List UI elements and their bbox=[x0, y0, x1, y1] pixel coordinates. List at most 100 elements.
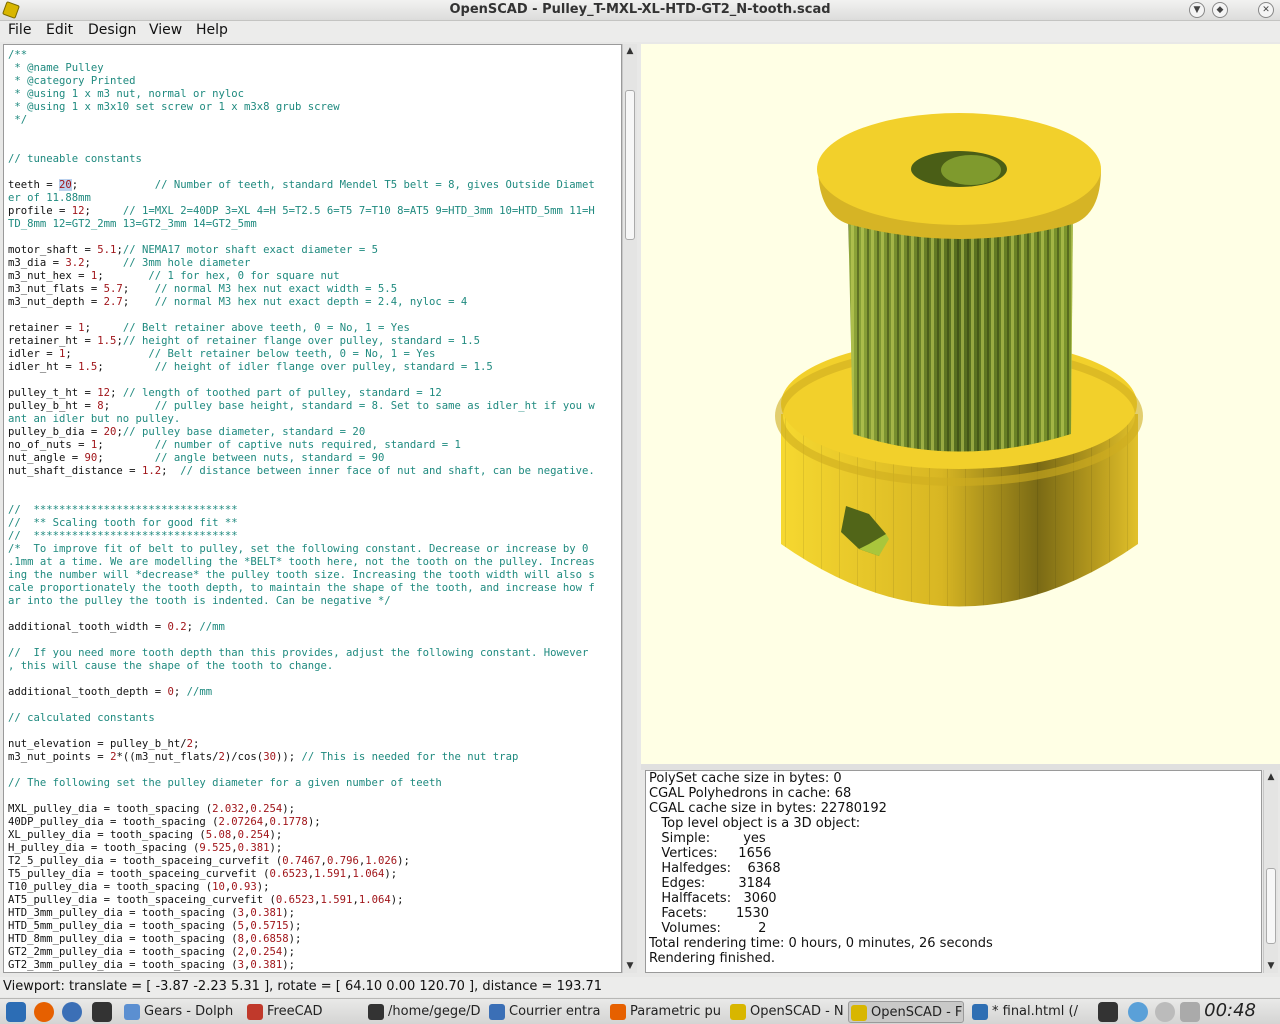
menu-edit[interactable]: Edit bbox=[46, 22, 73, 38]
code-text[interactable]: /** * @name Pulley * @category Printed *… bbox=[8, 49, 595, 972]
code-line[interactable] bbox=[8, 673, 595, 686]
code-line[interactable]: /* To improve fit of belt to pulley, set… bbox=[8, 543, 595, 556]
code-line[interactable]: pulley_b_dia = 20;// pulley base diamete… bbox=[8, 426, 595, 439]
code-line[interactable]: m3_nut_points = 2*((m3_nut_flats/2)/cos(… bbox=[8, 751, 595, 764]
code-line[interactable]: * @using 1 x m3 nut, normal or nyloc bbox=[8, 88, 595, 101]
scroll-up-icon[interactable]: ▲ bbox=[623, 44, 637, 58]
taskbar-task[interactable]: OpenSCAD - F bbox=[848, 1001, 964, 1023]
code-line[interactable]: retainer_ht = 1.5;// height of retainer … bbox=[8, 335, 595, 348]
code-line[interactable]: ing the number will *decrease* the pulle… bbox=[8, 569, 595, 582]
code-line[interactable]: TD_8mm 12=GT2_2mm 13=GT2_3mm 14=GT2_5mm bbox=[8, 218, 595, 231]
console-output[interactable]: PolySet cache size in bytes: 0 CGAL Polyh… bbox=[645, 770, 1262, 973]
code-line[interactable]: // calculated constants bbox=[8, 712, 595, 725]
code-line[interactable]: nut_angle = 90; // angle between nuts, s… bbox=[8, 452, 595, 465]
menu-help[interactable]: Help bbox=[196, 22, 228, 38]
code-line[interactable]: * @using 1 x m3x10 set screw or 1 x m3x8… bbox=[8, 101, 595, 114]
network-icon[interactable] bbox=[1128, 1002, 1148, 1022]
3d-viewport[interactable] bbox=[641, 44, 1280, 764]
code-line[interactable]: T5_pulley_dia = tooth_spaceing_curvefit … bbox=[8, 868, 595, 881]
code-line[interactable] bbox=[8, 231, 595, 244]
code-line[interactable] bbox=[8, 790, 595, 803]
editor-scrollbar[interactable]: ▲ ▼ bbox=[622, 44, 637, 973]
maximize-icon[interactable]: ◆ bbox=[1212, 2, 1228, 18]
code-line[interactable]: motor_shaft = 5.1;// NEMA17 motor shaft … bbox=[8, 244, 595, 257]
code-line[interactable] bbox=[8, 478, 595, 491]
firefox-launcher-icon[interactable] bbox=[34, 1002, 54, 1022]
kde-menu-icon[interactable] bbox=[6, 1002, 26, 1022]
code-line[interactable]: no_of_nuts = 1; // number of captive nut… bbox=[8, 439, 595, 452]
code-line[interactable]: T10_pulley_dia = tooth_spacing (10,0.93)… bbox=[8, 881, 595, 894]
menu-file[interactable]: File bbox=[8, 22, 31, 38]
code-line[interactable]: idler_ht = 1.5; // height of idler flang… bbox=[8, 361, 595, 374]
code-line[interactable]: profile = 12; // 1=MXL 2=40DP 3=XL 4=H 5… bbox=[8, 205, 595, 218]
taskbar-task[interactable]: Parametric pu bbox=[608, 1001, 724, 1023]
code-line[interactable]: HTD_5mm_pulley_dia = tooth_spacing (5,0.… bbox=[8, 920, 595, 933]
taskbar-task[interactable]: * final.html (/ bbox=[970, 1001, 1088, 1023]
thunderbird-launcher-icon[interactable] bbox=[62, 1002, 82, 1022]
code-line[interactable]: AT5_pulley_dia = tooth_spaceing_curvefit… bbox=[8, 894, 595, 907]
code-line[interactable]: additional_tooth_width = 0.2; //mm bbox=[8, 621, 595, 634]
code-line[interactable] bbox=[8, 127, 595, 140]
taskbar-task[interactable]: Courrier entra bbox=[487, 1001, 603, 1023]
scroll-up-icon[interactable]: ▲ bbox=[1264, 770, 1278, 784]
code-line[interactable]: retainer = 1; // Belt retainer above tee… bbox=[8, 322, 595, 335]
code-line[interactable]: teeth = 20; // Number of teeth, standard… bbox=[8, 179, 595, 192]
code-line[interactable] bbox=[8, 491, 595, 504]
scrollbar-thumb[interactable] bbox=[1266, 868, 1276, 944]
code-line[interactable]: // ** Scaling tooth for good fit ** bbox=[8, 517, 595, 530]
code-line[interactable]: m3_nut_flats = 5.7; // normal M3 hex nut… bbox=[8, 283, 595, 296]
close-icon[interactable]: ✕ bbox=[1258, 2, 1274, 18]
code-line[interactable] bbox=[8, 608, 595, 621]
code-line[interactable]: , this will cause the shape of the tooth… bbox=[8, 660, 595, 673]
code-line[interactable]: // If you need more tooth depth than thi… bbox=[8, 647, 595, 660]
code-line[interactable] bbox=[8, 764, 595, 777]
console-scrollbar[interactable]: ▲ ▼ bbox=[1263, 770, 1278, 973]
code-line[interactable]: /** bbox=[8, 49, 595, 62]
code-line[interactable]: m3_nut_depth = 2.7; // normal M3 hex nut… bbox=[8, 296, 595, 309]
taskbar-task[interactable]: OpenSCAD - N bbox=[728, 1001, 844, 1023]
code-line[interactable]: MXL_pulley_dia = tooth_spacing (2.032,0.… bbox=[8, 803, 595, 816]
code-line[interactable]: HTD_8mm_pulley_dia = tooth_spacing (8,0.… bbox=[8, 933, 595, 946]
code-line[interactable]: pulley_b_ht = 8; // pulley base height, … bbox=[8, 400, 595, 413]
volume-icon[interactable] bbox=[1155, 1002, 1175, 1022]
code-line[interactable] bbox=[8, 166, 595, 179]
code-line[interactable]: idler = 1; // Belt retainer below teeth,… bbox=[8, 348, 595, 361]
menu-view[interactable]: View bbox=[149, 22, 182, 38]
code-line[interactable]: pulley_t_ht = 12; // length of toothed p… bbox=[8, 387, 595, 400]
scroll-down-icon[interactable]: ▼ bbox=[623, 959, 637, 973]
menu-design[interactable]: Design bbox=[88, 22, 136, 38]
code-line[interactable] bbox=[8, 634, 595, 647]
code-line[interactable]: // ******************************** bbox=[8, 504, 595, 517]
code-line[interactable]: m3_dia = 3.2; // 3mm hole diameter bbox=[8, 257, 595, 270]
code-line[interactable]: ant an idler but no pulley. bbox=[8, 413, 595, 426]
terminal-launcher-icon[interactable] bbox=[92, 1002, 112, 1022]
window-titlebar[interactable]: OpenSCAD - Pulley_T-MXL-XL-HTD-GT2_N-too… bbox=[0, 0, 1280, 21]
taskbar-task[interactable]: Gears - Dolph bbox=[122, 1001, 238, 1023]
code-line[interactable]: cale proportionately the tooth depth, to… bbox=[8, 582, 595, 595]
code-line[interactable]: additional_tooth_depth = 0; //mm bbox=[8, 686, 595, 699]
code-line[interactable]: nut_shaft_distance = 1.2; // distance be… bbox=[8, 465, 595, 478]
code-line[interactable]: GT2_3mm_pulley_dia = tooth_spacing (3,0.… bbox=[8, 959, 595, 972]
taskbar-task[interactable]: /home/gege/D bbox=[366, 1001, 482, 1023]
minimize-icon[interactable]: ▼ bbox=[1189, 2, 1205, 18]
code-line[interactable]: H_pulley_dia = tooth_spacing (9.525,0.38… bbox=[8, 842, 595, 855]
code-line[interactable]: * @category Printed bbox=[8, 75, 595, 88]
code-line[interactable]: GT2_2mm_pulley_dia = tooth_spacing (2,0.… bbox=[8, 946, 595, 959]
code-line[interactable] bbox=[8, 309, 595, 322]
code-line[interactable]: HTD_3mm_pulley_dia = tooth_spacing (3,0.… bbox=[8, 907, 595, 920]
code-line[interactable] bbox=[8, 140, 595, 153]
code-line[interactable]: 40DP_pulley_dia = tooth_spacing (2.07264… bbox=[8, 816, 595, 829]
code-line[interactable]: */ bbox=[8, 114, 595, 127]
clock[interactable]: 00:48 bbox=[1204, 1000, 1256, 1021]
code-line[interactable] bbox=[8, 699, 595, 712]
code-line[interactable]: // tuneable constants bbox=[8, 153, 595, 166]
code-line[interactable]: nut_elevation = pulley_b_ht/2; bbox=[8, 738, 595, 751]
code-line[interactable]: T2_5_pulley_dia = tooth_spaceing_curvefi… bbox=[8, 855, 595, 868]
taskbar-task[interactable]: FreeCAD bbox=[245, 1001, 361, 1023]
code-line[interactable]: XL_pulley_dia = tooth_spacing (5.08,0.25… bbox=[8, 829, 595, 842]
code-line[interactable] bbox=[8, 725, 595, 738]
code-line[interactable]: * @name Pulley bbox=[8, 62, 595, 75]
code-line[interactable]: // ******************************** bbox=[8, 530, 595, 543]
code-line[interactable] bbox=[8, 374, 595, 387]
code-editor[interactable]: /** * @name Pulley * @category Printed *… bbox=[3, 44, 622, 973]
